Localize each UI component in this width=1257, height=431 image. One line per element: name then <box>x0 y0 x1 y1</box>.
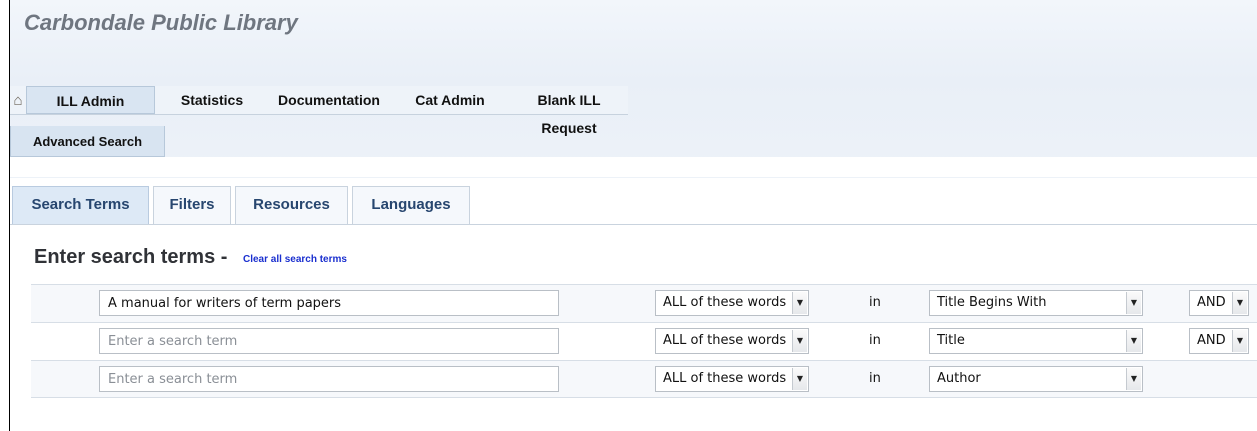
nav-blank-ill-request-line2[interactable]: Request <box>510 120 628 136</box>
search-term-input-2[interactable] <box>99 328 559 354</box>
clear-all-link[interactable]: Clear all search terms <box>243 254 347 265</box>
field-select-2-value: Title <box>937 333 965 348</box>
page-frame: Carbondale Public Library ⌂ ILL Admin St… <box>9 0 1257 431</box>
operator-select-1[interactable]: AND ▼ <box>1189 290 1249 316</box>
chevron-down-icon: ▼ <box>792 330 807 352</box>
in-label-3: in <box>869 371 881 386</box>
chevron-down-icon: ▼ <box>1126 368 1141 390</box>
match-select-3-value: ALL of these words <box>663 371 787 386</box>
search-row-1: ALL of these words ▼ in Title Begins Wit… <box>31 284 1257 322</box>
in-label-1: in <box>869 295 881 310</box>
section-heading: Enter search terms - <box>34 246 228 268</box>
tab-filters[interactable]: Filters <box>153 186 231 224</box>
search-row-3: ALL of these words ▼ in Author ▼ <box>31 360 1257 398</box>
field-select-2[interactable]: Title ▼ <box>929 328 1143 354</box>
field-select-1-value: Title Begins With <box>937 295 1047 310</box>
search-term-input-1[interactable] <box>99 290 559 316</box>
nav-ill-admin[interactable]: ILL Admin <box>26 86 155 114</box>
operator-select-2-value: AND <box>1197 333 1226 348</box>
site-title: Carbondale Public Library <box>24 10 298 35</box>
tab-search-terms[interactable]: Search Terms <box>12 186 149 224</box>
chevron-down-icon: ▼ <box>792 368 807 390</box>
search-row-2: ALL of these words ▼ in Title ▼ AND ▼ <box>31 322 1257 360</box>
search-term-input-3[interactable] <box>99 366 559 392</box>
nav-documentation[interactable]: Documentation <box>266 86 392 114</box>
nav-statistics[interactable]: Statistics <box>160 86 264 114</box>
nav-cat-admin[interactable]: Cat Admin <box>398 86 502 114</box>
match-select-1[interactable]: ALL of these words ▼ <box>655 290 809 316</box>
chevron-down-icon: ▼ <box>792 292 807 314</box>
match-select-3[interactable]: ALL of these words ▼ <box>655 366 809 392</box>
chevron-down-icon: ▼ <box>1232 330 1247 352</box>
match-select-2[interactable]: ALL of these words ▼ <box>655 328 809 354</box>
match-select-2-value: ALL of these words <box>663 333 787 348</box>
field-select-1[interactable]: Title Begins With ▼ <box>929 290 1143 316</box>
chevron-down-icon: ▼ <box>1126 330 1141 352</box>
in-label-2: in <box>869 333 881 348</box>
operator-select-2[interactable]: AND ▼ <box>1189 328 1249 354</box>
tab-resources[interactable]: Resources <box>235 186 348 224</box>
match-select-1-value: ALL of these words <box>663 295 787 310</box>
search-terms-panel: Enter search terms - Clear all search te… <box>10 225 1257 431</box>
tab-languages[interactable]: Languages <box>352 186 470 224</box>
header-spacer <box>10 157 1257 177</box>
operator-select-1-value: AND <box>1197 295 1226 310</box>
field-select-3-value: Author <box>937 371 981 386</box>
nav-blank-ill-request[interactable]: Blank ILL <box>510 86 628 114</box>
advanced-search-button[interactable]: Advanced Search <box>10 126 165 157</box>
chevron-down-icon: ▼ <box>1232 292 1247 314</box>
home-icon[interactable]: ⌂ <box>10 91 26 109</box>
chevron-down-icon: ▼ <box>1126 292 1141 314</box>
field-select-3[interactable]: Author ▼ <box>929 366 1143 392</box>
